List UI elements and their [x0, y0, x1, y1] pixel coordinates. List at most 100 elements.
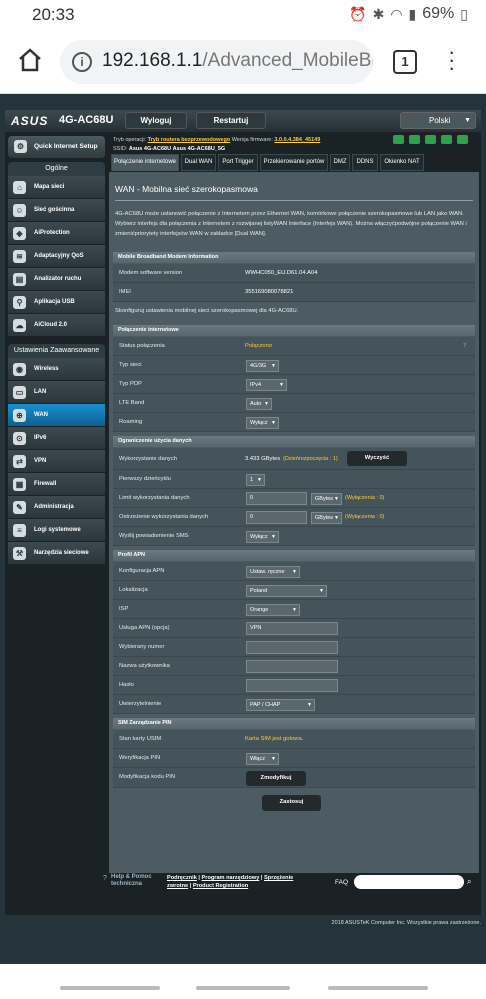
help-icon: ? — [103, 875, 107, 882]
logout-button[interactable]: Wyloguj — [125, 112, 187, 129]
usage-value: 3.433 GBytes — [245, 456, 281, 462]
network-map-icon: ⌂ — [13, 181, 26, 194]
qis-label: Quick Internet Setup — [34, 143, 98, 150]
sidebar-item-network-map[interactable]: ⌂ Mapa sieci — [8, 176, 105, 199]
nav-home-gesture[interactable] — [196, 986, 290, 990]
first-day-select[interactable]: 1 ▼ — [246, 474, 265, 486]
dial-number-input[interactable] — [246, 641, 338, 654]
password-input[interactable] — [246, 679, 338, 692]
pdp-label: Typ PDP — [119, 381, 142, 387]
tab-dmz[interactable]: DMZ — [330, 154, 350, 171]
lte-value: Auto — [250, 401, 262, 407]
op-mode-link[interactable]: Tryb routera bezprzewodowego — [148, 137, 231, 143]
sidebar-item-wireless[interactable]: ◉ Wireless — [8, 358, 105, 381]
sidebar-item-aiprotection[interactable]: ◈ AiProtection — [8, 222, 105, 245]
apn-config-row: Konfiguracja APN Ustaw. ręczne ▼ — [113, 562, 475, 581]
sidebar-item-lan[interactable]: ▭ LAN — [8, 381, 105, 404]
sidebar-item-aicloud[interactable]: ☁ AiCloud 2.0 — [8, 314, 105, 337]
apply-button[interactable]: Zastosuj — [262, 795, 321, 811]
username-input[interactable] — [246, 660, 338, 673]
modem-info-header: Mobile Broadband Modem Information — [113, 252, 475, 263]
op-mode-label: Tryb operacji: — [113, 137, 147, 143]
isp-select[interactable]: Orange ▼ — [246, 604, 300, 616]
warn-unit-select[interactable]: GBytes ▼ — [311, 512, 342, 524]
feedback-link[interactable]: Sprzężenie — [264, 875, 293, 881]
registration-link[interactable]: Product Registration — [193, 883, 248, 889]
firmware-link[interactable]: 3.0.0.4.384_45149 — [274, 137, 320, 143]
url-bar[interactable]: i 192.168.1.1/Advanced_MobileBroa — [60, 40, 373, 84]
apn-config-select[interactable]: Ustaw. ręczne ▼ — [246, 566, 300, 578]
sidebar-item-usb-app[interactable]: ⚲ Aplikacja USB — [8, 291, 105, 314]
faq-search-input[interactable] — [354, 875, 464, 889]
conn-status-label: Status połączenia — [119, 343, 165, 349]
modify-pin-button[interactable]: Zmodyfikuj — [246, 771, 306, 786]
signal-icon: ▮ — [408, 5, 417, 22]
nav-recents-gesture[interactable] — [328, 986, 428, 990]
sidebar-item-firewall[interactable]: ▦ Firewall — [8, 473, 105, 496]
sidebar-item-system-log[interactable]: ≡ Logi systemowe — [8, 519, 105, 542]
sidebar-item-guest-network[interactable]: ☺ Sieć gościnna — [8, 199, 105, 222]
sms-value: Wyłącz — [250, 534, 268, 540]
auth-select[interactable]: PAP / CHAP ▼ — [246, 699, 315, 711]
help-support: Help & Pomoc techniczna — [111, 874, 152, 888]
config-text: Skonfiguruj ustawienia mobilnej sieci sz… — [115, 308, 299, 314]
usb-status-icon[interactable] — [393, 135, 404, 144]
sms-select[interactable]: Wyłącz ▼ — [246, 531, 279, 543]
sidebar-item-ipv6[interactable]: ⊙ IPv6 — [8, 427, 105, 450]
limit-unit-value: GBytes — [315, 496, 334, 502]
tab-internet-connection[interactable]: Połączenie internetowe — [111, 154, 179, 171]
signal-status-icon[interactable] — [425, 135, 436, 144]
warn-unit-value: GBytes — [315, 515, 334, 521]
chevron-down-icon: ▼ — [307, 702, 312, 708]
pin-verify-select[interactable]: Włącz ▼ — [246, 753, 279, 765]
sidebar-item-administration[interactable]: ✎ Administracja — [8, 496, 105, 519]
sidebar-item-qos[interactable]: ≋ Adaptacyjny QoS — [8, 245, 105, 268]
tab-port-trigger[interactable]: Port Trigger — [218, 154, 258, 171]
tab-port-forwarding[interactable]: Przekierowanie portów — [260, 154, 328, 171]
usage-since: (Dzieńrozpoczęcia : 1) — [283, 456, 338, 462]
sidebar-item-vpn[interactable]: ⇄ VPN — [8, 450, 105, 473]
url-text[interactable]: 192.168.1.1/Advanced_MobileBroa — [102, 50, 373, 72]
feedback-link-cont[interactable]: zwrotne — [167, 883, 188, 889]
username-row: Nazwa użytkownika — [113, 657, 475, 676]
location-select[interactable]: Poland ▼ — [246, 585, 327, 597]
chevron-down-icon: ▼ — [334, 515, 339, 521]
lte-select[interactable]: Auto ▼ — [246, 398, 272, 410]
nav-back-gesture[interactable] — [60, 986, 160, 990]
limit-unit-select[interactable]: GBytes ▼ — [311, 493, 342, 505]
limit-input[interactable]: 0 — [246, 492, 307, 505]
sidebar-item-traffic-analyzer[interactable]: ▤ Analizator ruchu — [8, 268, 105, 291]
apn-service-input[interactable]: VPN — [246, 622, 338, 635]
tab-nat[interactable]: Okienko NAT — [380, 154, 424, 171]
dial-label: Wybierany numer — [119, 644, 165, 650]
first-day-label: Pierwszy dzieńcyklu — [119, 476, 171, 482]
more-options-icon[interactable]: · · · — [448, 41, 456, 79]
utility-link[interactable]: Program narzędziowy — [202, 875, 260, 881]
warn-input[interactable]: 0 — [246, 511, 307, 524]
globe-icon: ⊕ — [13, 409, 26, 422]
router-model: 4G-AC68U — [59, 114, 114, 126]
wifi-status-icon[interactable] — [409, 135, 420, 144]
tab-ddns[interactable]: DDNS — [352, 154, 378, 171]
apn-config-value: Ustaw. ręczne — [250, 569, 285, 575]
quick-internet-setup-button[interactable]: ⚙ Quick Internet Setup — [8, 136, 105, 158]
manual-link[interactable]: Podręcznik — [167, 875, 197, 881]
tab-dual-wan[interactable]: Dual WAN — [181, 154, 216, 171]
language-select[interactable]: Polski ▼ — [400, 112, 476, 129]
internet-status-icon[interactable] — [441, 135, 452, 144]
info-icon[interactable]: i — [72, 52, 92, 72]
home-icon[interactable] — [16, 46, 44, 74]
lan-status-icon[interactable] — [457, 135, 468, 144]
pin-modify-label: Modyfikacja kodu PIN — [119, 774, 176, 780]
pdp-select[interactable]: IPv4 ▼ — [246, 379, 287, 391]
clear-button[interactable]: Wyczyść — [347, 451, 407, 466]
search-icon[interactable]: ⌕ — [467, 875, 479, 889]
tab-switcher-button[interactable]: 1 — [393, 50, 417, 74]
sidebar-item-wan[interactable]: ⊕ WAN — [8, 404, 105, 427]
help-icon[interactable]: ? — [463, 337, 466, 356]
net-type-select[interactable]: 4G/3G ▼ — [246, 360, 279, 372]
roaming-select[interactable]: Wyłącz ▼ — [246, 417, 279, 429]
restart-button[interactable]: Restartuj — [196, 112, 266, 129]
admin-icon: ✎ — [13, 501, 26, 514]
sidebar-item-network-tools[interactable]: ⚒ Narzędzia sieciowe — [8, 542, 105, 565]
